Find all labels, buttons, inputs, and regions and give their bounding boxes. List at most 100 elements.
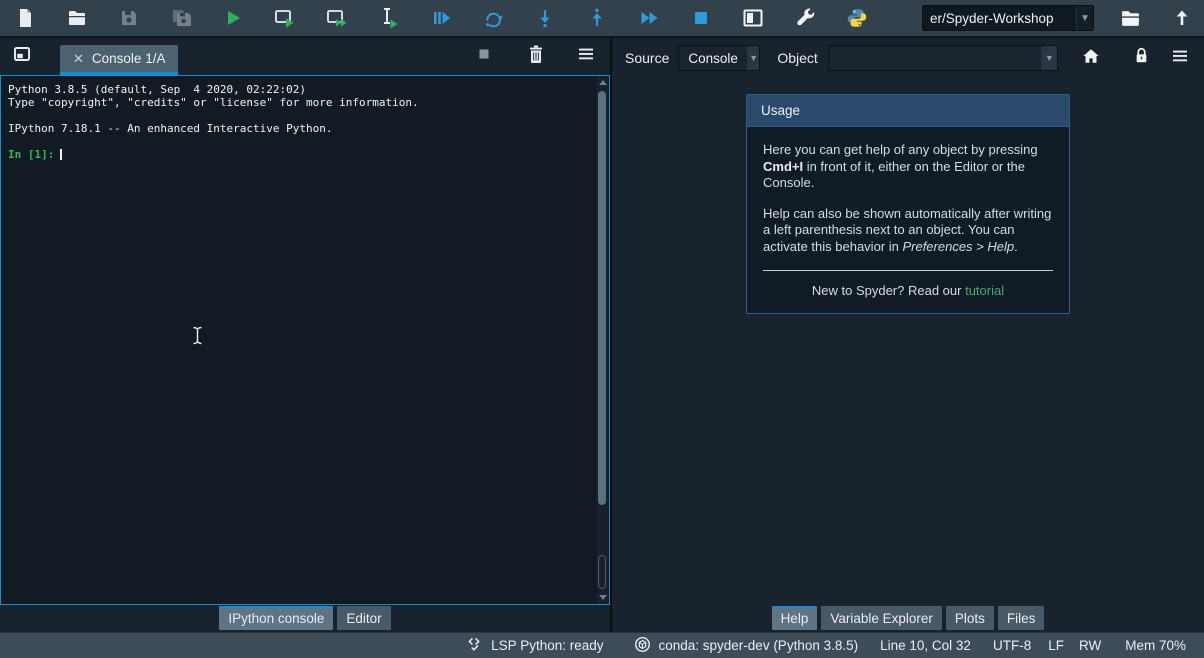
console-banner: Python 3.8.5 (default, Sep 4 2020, 02:22… xyxy=(1,76,609,161)
stop-button[interactable] xyxy=(689,6,713,30)
help-home-button[interactable] xyxy=(1080,47,1102,69)
console-tab[interactable]: ✕ Console 1/A xyxy=(60,45,178,75)
memory-status[interactable]: Mem 70% xyxy=(1125,638,1186,653)
source-combo-value: Console xyxy=(679,51,747,66)
interrupt-kernel-button[interactable] xyxy=(472,45,496,69)
fast-forward-icon xyxy=(639,8,659,28)
chevron-down-icon[interactable]: ▼ xyxy=(747,46,759,70)
lsp-status-text: LSP Python: ready xyxy=(491,638,603,653)
ipython-console-pane: ✕ Console 1/A Python 3.8.5 (default, Sep… xyxy=(0,38,610,632)
usage-card-title: Usage xyxy=(747,95,1069,127)
up-arrow-icon xyxy=(1172,8,1192,28)
tab-editor[interactable]: Editor xyxy=(337,606,390,630)
step-return-icon xyxy=(587,8,607,28)
run-cell-advance-icon xyxy=(326,7,348,29)
eol-status[interactable]: LF xyxy=(1048,638,1064,653)
run-current-line-button[interactable] xyxy=(481,6,505,30)
chevron-down-icon[interactable]: ▼ xyxy=(1041,46,1057,70)
console-prompt-line[interactable]: In [1]: xyxy=(8,148,609,161)
eol-text: LF xyxy=(1048,638,1064,653)
spyder-window: er/Spyder-Workshop ▼ ✕ Console 1/A xyxy=(0,0,1204,658)
python-logo-icon xyxy=(847,8,867,28)
scrollbar-down-arrow[interactable] xyxy=(599,595,607,600)
debug-file-icon xyxy=(431,8,451,28)
stop-icon xyxy=(691,8,711,28)
usage-footer-text: New to Spyder? Read our xyxy=(812,283,965,298)
cursor-position-status[interactable]: Line 10, Col 32 xyxy=(880,638,971,653)
console-options-menu-button[interactable] xyxy=(574,45,598,69)
usage-paragraph-2: Help can also be shown automatically aft… xyxy=(763,206,1053,256)
run-selection-icon xyxy=(378,7,400,29)
home-icon xyxy=(1082,47,1100,70)
conda-environment-status[interactable]: conda: spyder-dev (Python 3.8.5) xyxy=(634,636,859,656)
tab-variable-explorer[interactable]: Variable Explorer xyxy=(821,606,942,630)
run-selection-button[interactable] xyxy=(377,6,401,30)
tab-files[interactable]: Files xyxy=(998,606,1045,630)
usage-card: Usage Here you can get help of any objec… xyxy=(746,94,1070,314)
step-return-button[interactable] xyxy=(585,6,609,30)
remove-all-variables-button[interactable] xyxy=(523,45,547,69)
left-pane-switcher: IPython console Editor xyxy=(0,605,610,632)
help-pane: Source Console ▼ Object ▼ Usage xyxy=(612,38,1204,632)
tutorial-link[interactable]: tutorial xyxy=(965,283,1004,298)
console-vertical-scrollbar[interactable] xyxy=(595,77,608,603)
run-icon xyxy=(223,8,243,28)
lock-icon xyxy=(1133,46,1150,70)
console-tab-label: Console 1/A xyxy=(92,51,166,66)
scrollbar-up-arrow[interactable] xyxy=(599,80,607,85)
console-banner-line xyxy=(8,109,609,122)
status-bar: LSP Python: ready conda: spyder-dev (Pyt… xyxy=(0,632,1204,658)
maximize-pane-button[interactable] xyxy=(741,6,765,30)
object-label: Object xyxy=(777,50,817,66)
mouse-cursor-ibeam xyxy=(190,326,205,345)
object-combo[interactable]: ▼ xyxy=(828,45,1058,71)
help-toolbar: Source Console ▼ Object ▼ xyxy=(612,38,1204,78)
fast-forward-button[interactable] xyxy=(637,6,661,30)
run-cell-button[interactable] xyxy=(273,6,297,30)
permissions-status[interactable]: RW xyxy=(1079,638,1101,653)
step-into-button[interactable] xyxy=(533,6,557,30)
preferences-button[interactable] xyxy=(793,6,817,30)
save-icon xyxy=(119,8,139,28)
permissions-text: RW xyxy=(1079,638,1101,653)
python-interpreter-button[interactable] xyxy=(845,6,869,30)
lsp-status[interactable]: LSP Python: ready xyxy=(466,636,603,656)
chevron-down-icon[interactable]: ▼ xyxy=(1076,6,1093,30)
source-combo[interactable]: Console ▼ xyxy=(678,45,760,71)
browse-tabs-button[interactable] xyxy=(10,45,34,69)
save-all-button[interactable] xyxy=(169,6,193,30)
run-cell-advance-button[interactable] xyxy=(325,6,349,30)
help-options-menu-button[interactable] xyxy=(1169,47,1191,69)
help-lock-button[interactable] xyxy=(1131,47,1153,69)
parent-directory-button[interactable] xyxy=(1170,6,1194,30)
run-cell-icon xyxy=(274,7,296,29)
tab-ipython-console[interactable]: IPython console xyxy=(219,606,333,630)
console-output-area[interactable]: Python 3.8.5 (default, Sep 4 2020, 02:22… xyxy=(0,75,610,605)
run-file-button[interactable] xyxy=(221,6,245,30)
save-all-icon xyxy=(171,8,191,28)
usage-p2-text: . xyxy=(1014,239,1018,254)
encoding-status[interactable]: UTF-8 xyxy=(993,638,1031,653)
debug-file-button[interactable] xyxy=(429,6,453,30)
browse-working-directory-button[interactable] xyxy=(1118,6,1142,30)
usage-p1-text: Here you can get help of any object by p… xyxy=(763,142,1038,157)
working-directory-value[interactable]: er/Spyder-Workshop xyxy=(923,11,1076,26)
open-file-button[interactable] xyxy=(65,6,89,30)
usage-divider xyxy=(763,270,1053,271)
tab-help[interactable]: Help xyxy=(772,606,818,630)
new-file-icon xyxy=(15,8,35,28)
usage-p2-menupath: Preferences > Help xyxy=(902,239,1014,254)
open-folder-icon xyxy=(67,8,87,28)
scrollbar-endcap xyxy=(598,555,606,589)
new-file-button[interactable] xyxy=(13,6,37,30)
console-banner-line: IPython 7.18.1 -- An enhanced Interactiv… xyxy=(8,122,609,135)
hamburger-menu-icon xyxy=(1171,47,1189,70)
tab-plots[interactable]: Plots xyxy=(946,606,994,630)
save-file-button[interactable] xyxy=(117,6,141,30)
interrupt-kernel-icon xyxy=(475,45,493,68)
browse-folder-icon xyxy=(1120,8,1141,29)
usage-footer: New to Spyder? Read our tutorial xyxy=(763,283,1053,300)
scrollbar-thumb[interactable] xyxy=(598,91,606,505)
close-icon[interactable]: ✕ xyxy=(73,52,84,65)
working-directory-combo[interactable]: er/Spyder-Workshop ▼ xyxy=(922,5,1094,31)
